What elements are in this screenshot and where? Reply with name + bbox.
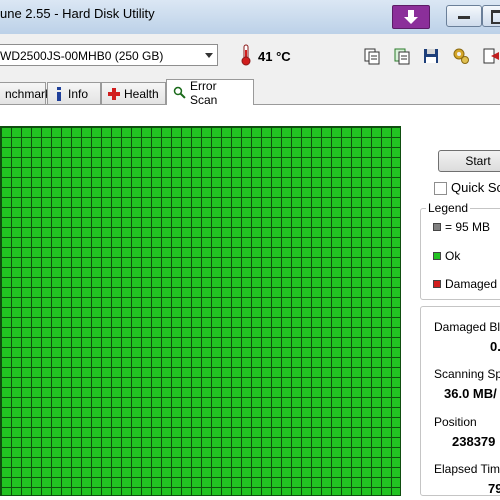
quick-scan-checkbox[interactable] bbox=[434, 182, 447, 195]
copy-all-button[interactable] bbox=[391, 45, 413, 67]
title-bar: une 2.55 - Hard Disk Utility bbox=[0, 0, 500, 34]
disk-select-value: WD2500JS-00MHB0 (250 GB) bbox=[0, 49, 164, 63]
legend-item-label: Ok bbox=[445, 249, 461, 263]
legend-item-damaged: Damaged bbox=[433, 277, 497, 291]
start-button[interactable]: Start bbox=[438, 150, 500, 172]
tab-health[interactable]: Health bbox=[101, 82, 166, 104]
elapsed-time-value: 79 bbox=[488, 481, 500, 496]
gear-icon bbox=[453, 48, 469, 64]
exit-icon bbox=[483, 48, 499, 64]
main-window: WD2500JS-00MHB0 (250 GB) 41 °C nchmark I… bbox=[0, 34, 500, 500]
legend-swatch-block-size bbox=[433, 223, 441, 231]
minimize-button[interactable] bbox=[446, 5, 482, 27]
tab-info[interactable]: Info bbox=[47, 82, 101, 104]
position-label: Position bbox=[434, 415, 477, 429]
copy-all-icon bbox=[394, 48, 410, 65]
tab-benchmark-label: nchmark bbox=[5, 86, 52, 101]
exit-button[interactable] bbox=[480, 45, 500, 67]
legend-item-label: Damaged bbox=[445, 277, 498, 291]
download-button[interactable] bbox=[392, 5, 430, 29]
scan-block-grid bbox=[0, 126, 401, 496]
thermometer-icon bbox=[241, 44, 251, 66]
legend-title: Legend bbox=[426, 201, 471, 215]
quick-scan-label: Quick Sca bbox=[451, 180, 500, 195]
save-icon bbox=[424, 49, 438, 63]
maximize-icon bbox=[491, 10, 500, 24]
damaged-blocks-label: Damaged Blo bbox=[434, 320, 500, 334]
scanning-speed-label: Scanning Sp bbox=[434, 367, 500, 381]
tab-health-label: Health bbox=[124, 86, 159, 101]
damaged-blocks-value: 0. bbox=[490, 339, 500, 354]
chevron-down-icon bbox=[205, 53, 213, 58]
window-title: une 2.55 - Hard Disk Utility bbox=[0, 6, 155, 21]
disk-select[interactable]: WD2500JS-00MHB0 (250 GB) bbox=[0, 44, 218, 66]
copy-button[interactable] bbox=[361, 45, 383, 67]
tab-error-scan[interactable]: Error Scan bbox=[166, 78, 254, 107]
copy-icon bbox=[364, 48, 380, 65]
tab-benchmark[interactable]: nchmark bbox=[0, 82, 51, 104]
health-cross-icon bbox=[108, 87, 120, 100]
info-icon bbox=[57, 86, 61, 101]
legend-swatch-ok bbox=[433, 252, 441, 260]
options-button[interactable] bbox=[450, 45, 472, 67]
legend-swatch-damaged bbox=[433, 280, 441, 288]
legend-item-label: = 95 MB bbox=[445, 220, 491, 234]
elapsed-time-label: Elapsed Time bbox=[434, 462, 500, 476]
download-arrow-icon bbox=[404, 10, 418, 24]
maximize-button[interactable] bbox=[482, 5, 500, 27]
position-value: 238379 bbox=[452, 434, 496, 449]
tab-info-label: Info bbox=[68, 86, 89, 101]
legend-item-ok: Ok bbox=[433, 249, 460, 263]
scanning-speed-value: 36.0 MB/ bbox=[444, 386, 497, 401]
legend-item-block-size: = 95 MB bbox=[433, 220, 490, 234]
magnifier-icon bbox=[173, 86, 186, 99]
temperature-value: 41 °C bbox=[258, 49, 291, 64]
minimize-icon bbox=[458, 16, 470, 19]
tab-error-scan-label: Error Scan bbox=[189, 78, 218, 107]
save-button[interactable] bbox=[420, 45, 442, 67]
